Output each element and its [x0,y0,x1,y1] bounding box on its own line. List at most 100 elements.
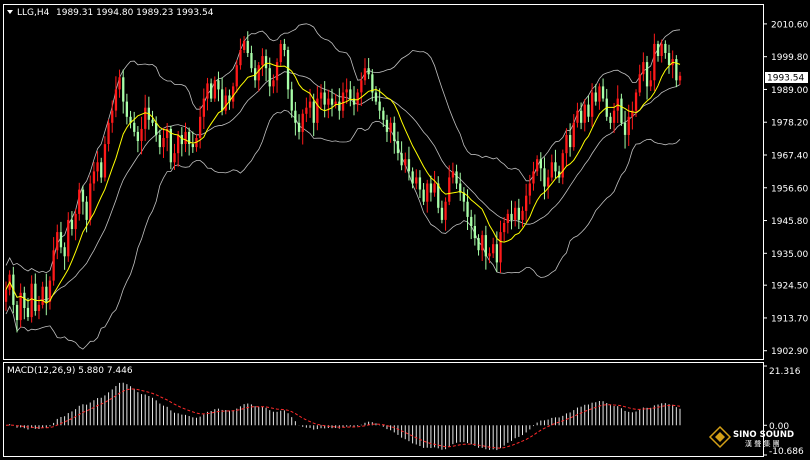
price-tick-label: 1999.80 [771,53,808,63]
candle [235,59,238,93]
candle-body [224,95,227,111]
candle-body [85,201,88,220]
candle-body [283,43,286,50]
candle-body [367,68,370,75]
candle [316,86,319,131]
candle-body [664,43,667,53]
candle-body [481,235,484,251]
candle-body [206,83,209,99]
candle-body [642,62,645,75]
svg-text:漢 聲 集 團: 漢 聲 集 團 [745,439,780,448]
candle-body [199,116,202,138]
candle [649,70,652,91]
candle [418,170,422,199]
candle [642,52,645,82]
candle [576,102,579,128]
candle [521,206,524,228]
candle [645,55,649,100]
candle [477,234,480,256]
candle [114,76,118,118]
candle [243,36,246,54]
candle-body [601,86,605,99]
candle [371,69,374,102]
candle [155,116,158,142]
candle [224,87,227,115]
candle [385,114,389,142]
candle [638,64,641,97]
candle-body [239,50,242,66]
candle-body [488,253,491,257]
price-chart[interactable]: 2010.60 1999.80 1989.00 1978.20 1967.40 1956.… [0,0,810,460]
candle [506,209,509,234]
candle [34,273,37,316]
candle [305,97,308,123]
candle [96,151,99,182]
candle [462,187,465,212]
price-tick-label: 1902.90 [771,347,808,357]
candle [283,38,286,57]
candle-body [316,98,319,123]
candle [250,45,253,73]
candle-body [378,101,381,111]
candle-body [620,98,623,123]
candle-body [418,177,422,190]
candle-body [74,213,77,230]
candle-body [473,226,476,239]
candle [583,99,586,132]
candle [206,77,209,111]
candle-body [532,171,535,184]
candle [297,114,301,140]
candle-body [100,162,103,178]
candle-body [151,119,154,123]
candle-body [547,177,550,187]
candle [4,281,8,311]
candle-body [609,116,612,123]
candle [52,237,55,286]
candle [484,225,487,270]
candles [4,31,682,333]
candle [671,50,674,79]
candle [601,78,605,102]
candle-body [180,135,183,145]
candle [275,58,279,93]
candle [656,40,660,62]
candle [78,182,81,221]
dropdown-triangle-icon[interactable] [7,10,13,14]
candle-body [67,219,70,257]
candle-body [250,53,253,69]
candle-body [393,122,396,141]
candle [492,237,495,259]
candle-body [118,77,121,90]
candle-body [528,183,531,196]
candle-body [45,286,48,302]
candle [210,78,213,102]
candle-body [587,104,590,117]
candle [678,71,682,85]
price-tick-label: 1935.00 [771,250,808,260]
candle-body [415,177,418,184]
candle [539,152,542,182]
candle-body [645,62,649,87]
candle [451,162,455,184]
candle-body [382,110,385,120]
candle-body [232,86,235,102]
candle-body [264,56,268,69]
candle [620,93,623,126]
candle-body [576,110,579,123]
candle-body [136,131,139,141]
candle-body [634,92,638,111]
candle-body [221,89,224,111]
macd-tick-label: 21.316 [769,367,801,377]
candle [499,220,502,273]
candle-body [37,304,41,311]
candle-body [517,207,520,220]
candle [609,112,612,130]
price-tick-label: 1945.80 [771,217,808,227]
candle-body [389,122,392,132]
candle-body [385,119,389,132]
candle [470,209,473,240]
candle-body [451,171,455,178]
candle-body [210,83,213,99]
candle-body [543,168,546,187]
candle [440,200,444,224]
